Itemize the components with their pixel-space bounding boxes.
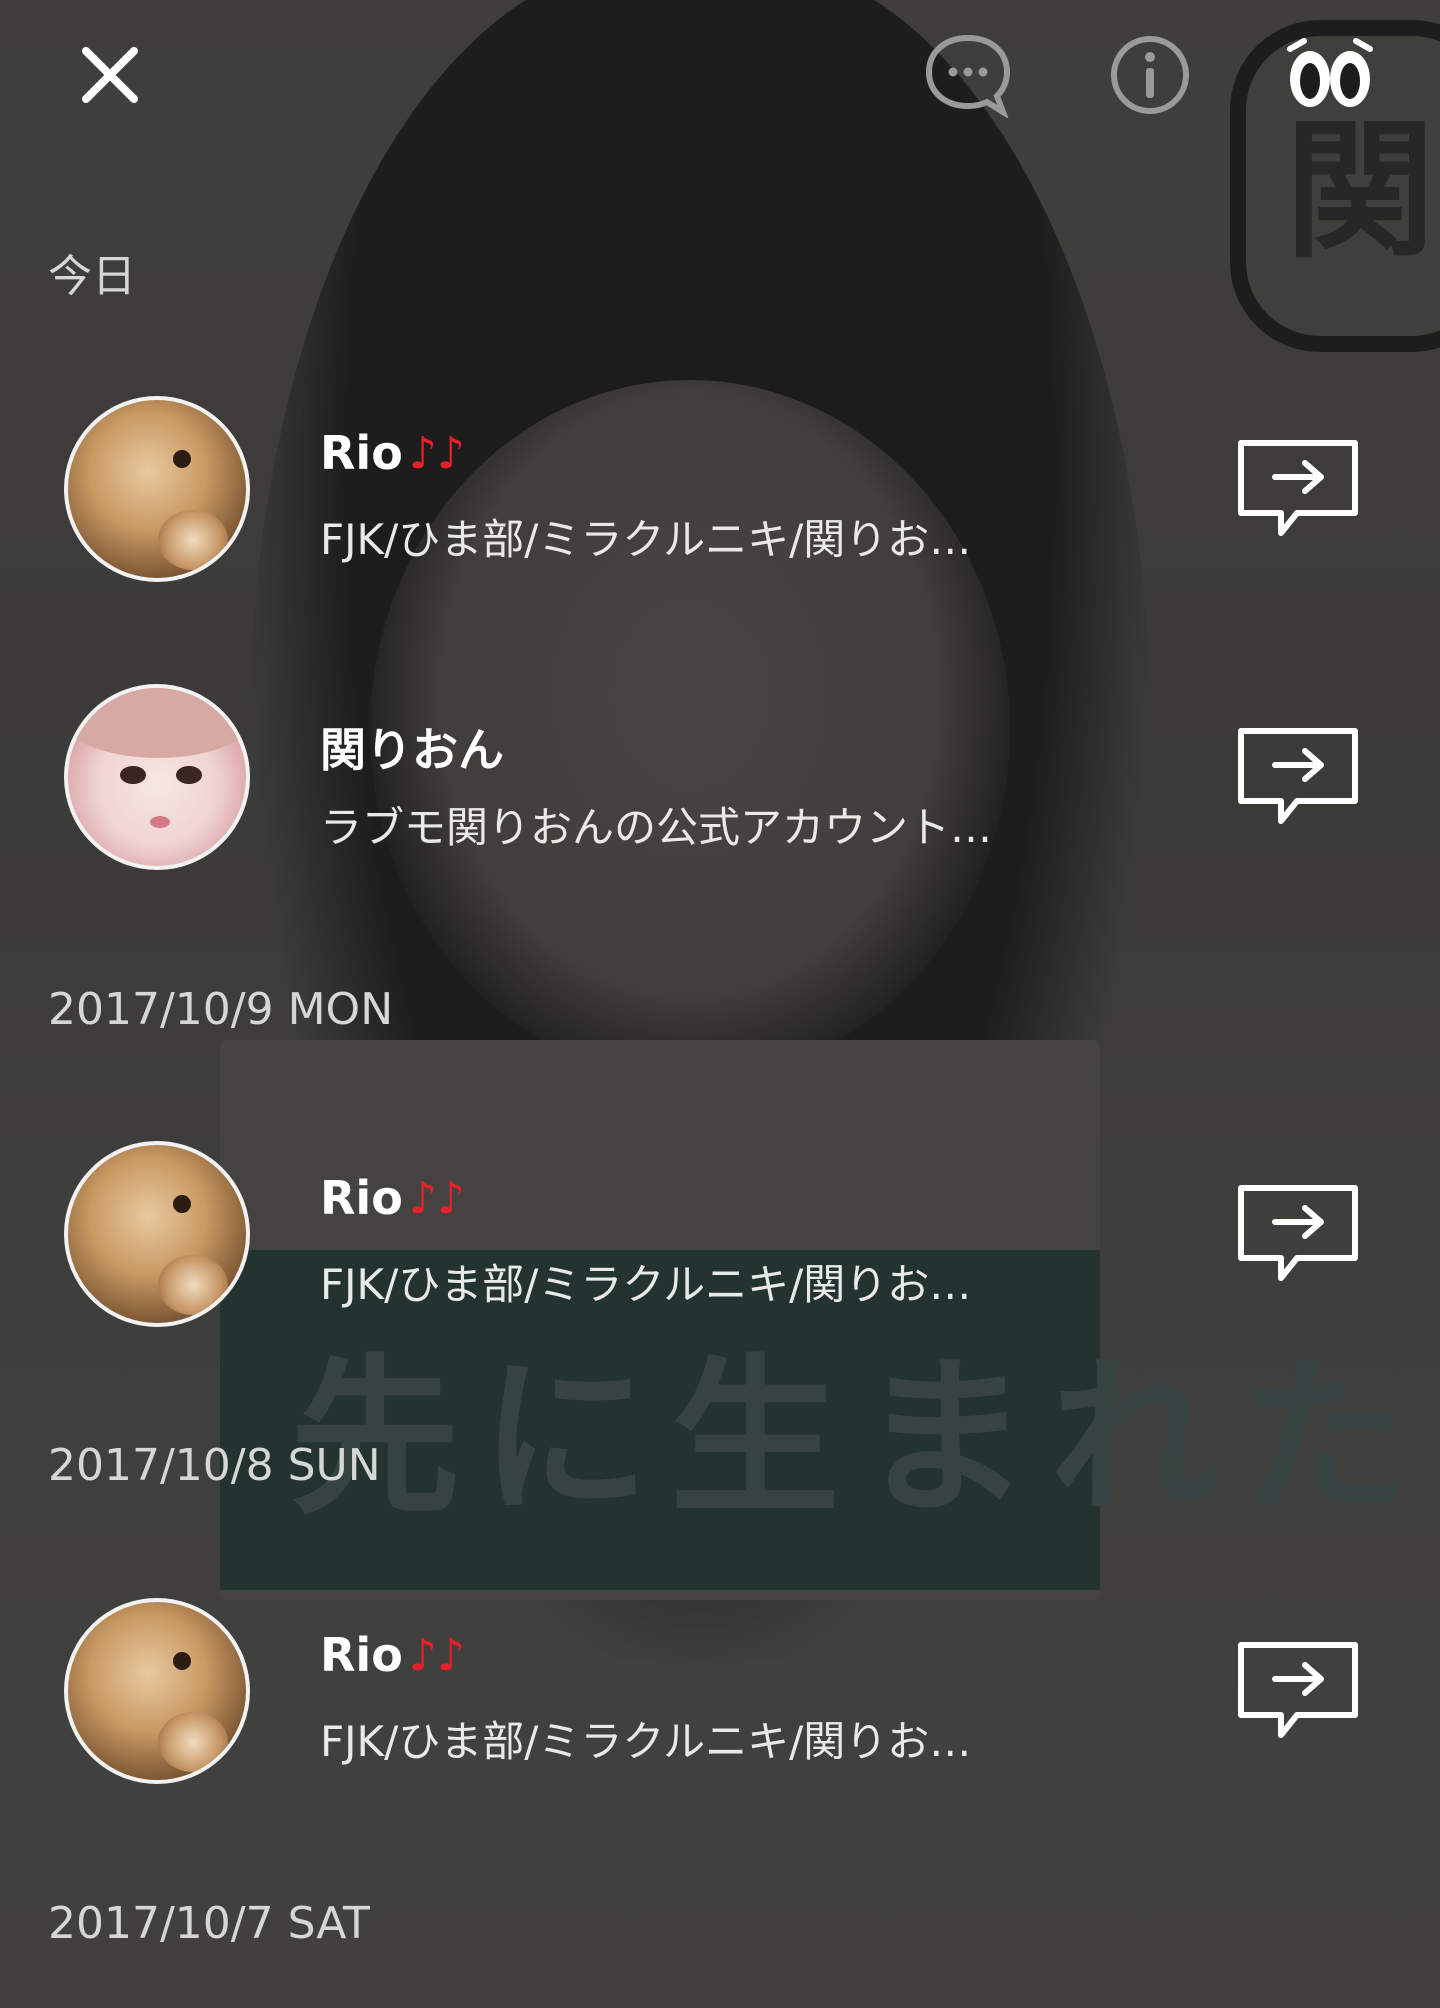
item-description: FJK/ひま部/ミラクルニキ/関りお… [320, 515, 972, 564]
share-button[interactable] [1235, 724, 1360, 829]
item-description: FJK/ひま部/ミラクルニキ/関りお… [320, 1717, 972, 1766]
list-item[interactable]: Rio ♪♪ FJK/ひま部/ミラクルニキ/関りお… [0, 1598, 1440, 1798]
item-name: 関りおん [320, 723, 504, 777]
list-item[interactable]: Rio ♪♪ FJK/ひま部/ミラクルニキ/関りお… [0, 1141, 1440, 1341]
header [0, 0, 1440, 160]
info-button[interactable] [1105, 30, 1195, 120]
share-button[interactable] [1235, 1181, 1360, 1286]
item-description: ラブモ関りおんの公式アカウント… [320, 803, 993, 852]
share-button[interactable] [1235, 1638, 1360, 1743]
section-label-date: 2017/10/9 MON [48, 984, 394, 1035]
share-arrow-icon [1237, 1184, 1358, 1281]
share-arrow-icon [1237, 439, 1358, 536]
avatar [64, 1598, 250, 1784]
share-arrow-icon [1237, 727, 1358, 824]
chat-bubble-icon [925, 34, 1010, 118]
avatar [64, 396, 250, 582]
item-name: Rio [320, 426, 403, 480]
music-notes-icon: ♪♪ [408, 1172, 465, 1224]
list-item[interactable]: 関りおん ラブモ関りおんの公式アカウント… [0, 684, 1440, 884]
music-notes-icon: ♪♪ [408, 427, 465, 479]
close-icon [82, 47, 138, 103]
list-item[interactable]: Rio ♪♪ FJK/ひま部/ミラクルニキ/関りお… [0, 396, 1440, 596]
item-name: Rio [320, 1171, 403, 1225]
avatar [64, 684, 250, 870]
item-description: FJK/ひま部/ミラクルニキ/関りお… [320, 1260, 972, 1309]
share-arrow-icon [1237, 1641, 1358, 1738]
close-button[interactable] [70, 35, 150, 115]
section-label-date: 2017/10/8 SUN [48, 1440, 381, 1491]
section-label-date: 2017/10/7 SAT [48, 1898, 370, 1949]
eyes-icon [1287, 38, 1373, 107]
eyes-button[interactable] [1280, 30, 1380, 120]
chat-button[interactable] [920, 30, 1015, 120]
share-button[interactable] [1235, 436, 1360, 541]
item-name: Rio [320, 1628, 403, 1682]
info-icon [1111, 36, 1189, 114]
avatar [64, 1141, 250, 1327]
music-notes-icon: ♪♪ [408, 1629, 465, 1681]
section-label-today: 今日 [48, 251, 136, 302]
